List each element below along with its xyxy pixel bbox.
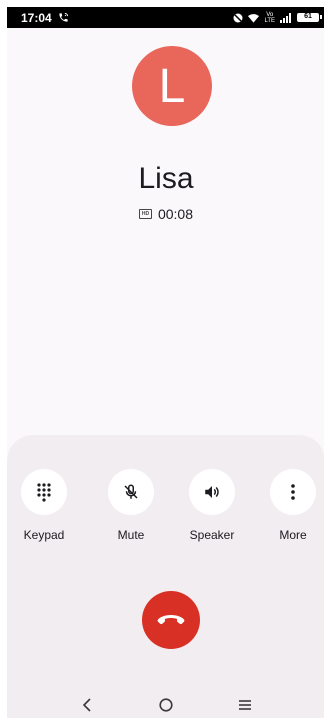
- end-call-button[interactable]: [142, 591, 200, 649]
- mute-label: Mute: [117, 528, 145, 542]
- keypad-icon: [37, 483, 51, 502]
- keypad-label: Keypad: [23, 528, 65, 542]
- contact-name: Lisa: [138, 162, 194, 195]
- recents-button[interactable]: [230, 690, 260, 718]
- back-button[interactable]: [72, 690, 102, 718]
- speaker-label: Speaker: [189, 528, 235, 542]
- keypad-button[interactable]: [21, 469, 67, 515]
- speaker-control: Speaker: [177, 469, 247, 542]
- home-button[interactable]: [151, 690, 181, 718]
- status-bar: 17:04 Vo LTE 61: [7, 7, 324, 28]
- call-controls-panel: Keypad Mute Speaker More: [7, 435, 324, 718]
- recents-icon: [239, 700, 252, 710]
- call-end-icon: [157, 615, 185, 625]
- battery-icon: 61: [297, 13, 322, 22]
- network-type: LTE: [264, 17, 275, 24]
- keypad-control: Keypad: [9, 469, 79, 542]
- contact-avatar: L: [132, 46, 212, 126]
- speaker-icon: [205, 486, 219, 498]
- dnd-icon: [233, 13, 243, 22]
- back-icon: [82, 698, 91, 712]
- avatar-letter: L: [158, 59, 186, 113]
- wifi-icon: [248, 13, 260, 23]
- mute-button[interactable]: [108, 469, 154, 515]
- signal-icon: [280, 12, 291, 23]
- hd-icon: HD: [138, 209, 152, 219]
- mic-off-icon: [124, 484, 138, 499]
- more-button[interactable]: [270, 469, 316, 515]
- battery-level: 61: [304, 13, 312, 20]
- speaker-button[interactable]: [189, 469, 235, 515]
- call-active-icon: [59, 12, 68, 22]
- more-label: More: [279, 528, 307, 542]
- system-nav-bar: [7, 690, 324, 718]
- call-duration: 00:08: [157, 206, 194, 222]
- more-control: More: [258, 469, 324, 542]
- home-icon: [159, 698, 173, 712]
- mute-control: Mute: [96, 469, 166, 542]
- phone-screen: 17:04 Vo LTE 61 L Lisa HD 00:08 Keypad M…: [7, 7, 324, 718]
- call-info: HD 00:08: [7, 206, 324, 222]
- more-vert-icon: [291, 484, 295, 500]
- status-time: 17:04: [21, 10, 52, 25]
